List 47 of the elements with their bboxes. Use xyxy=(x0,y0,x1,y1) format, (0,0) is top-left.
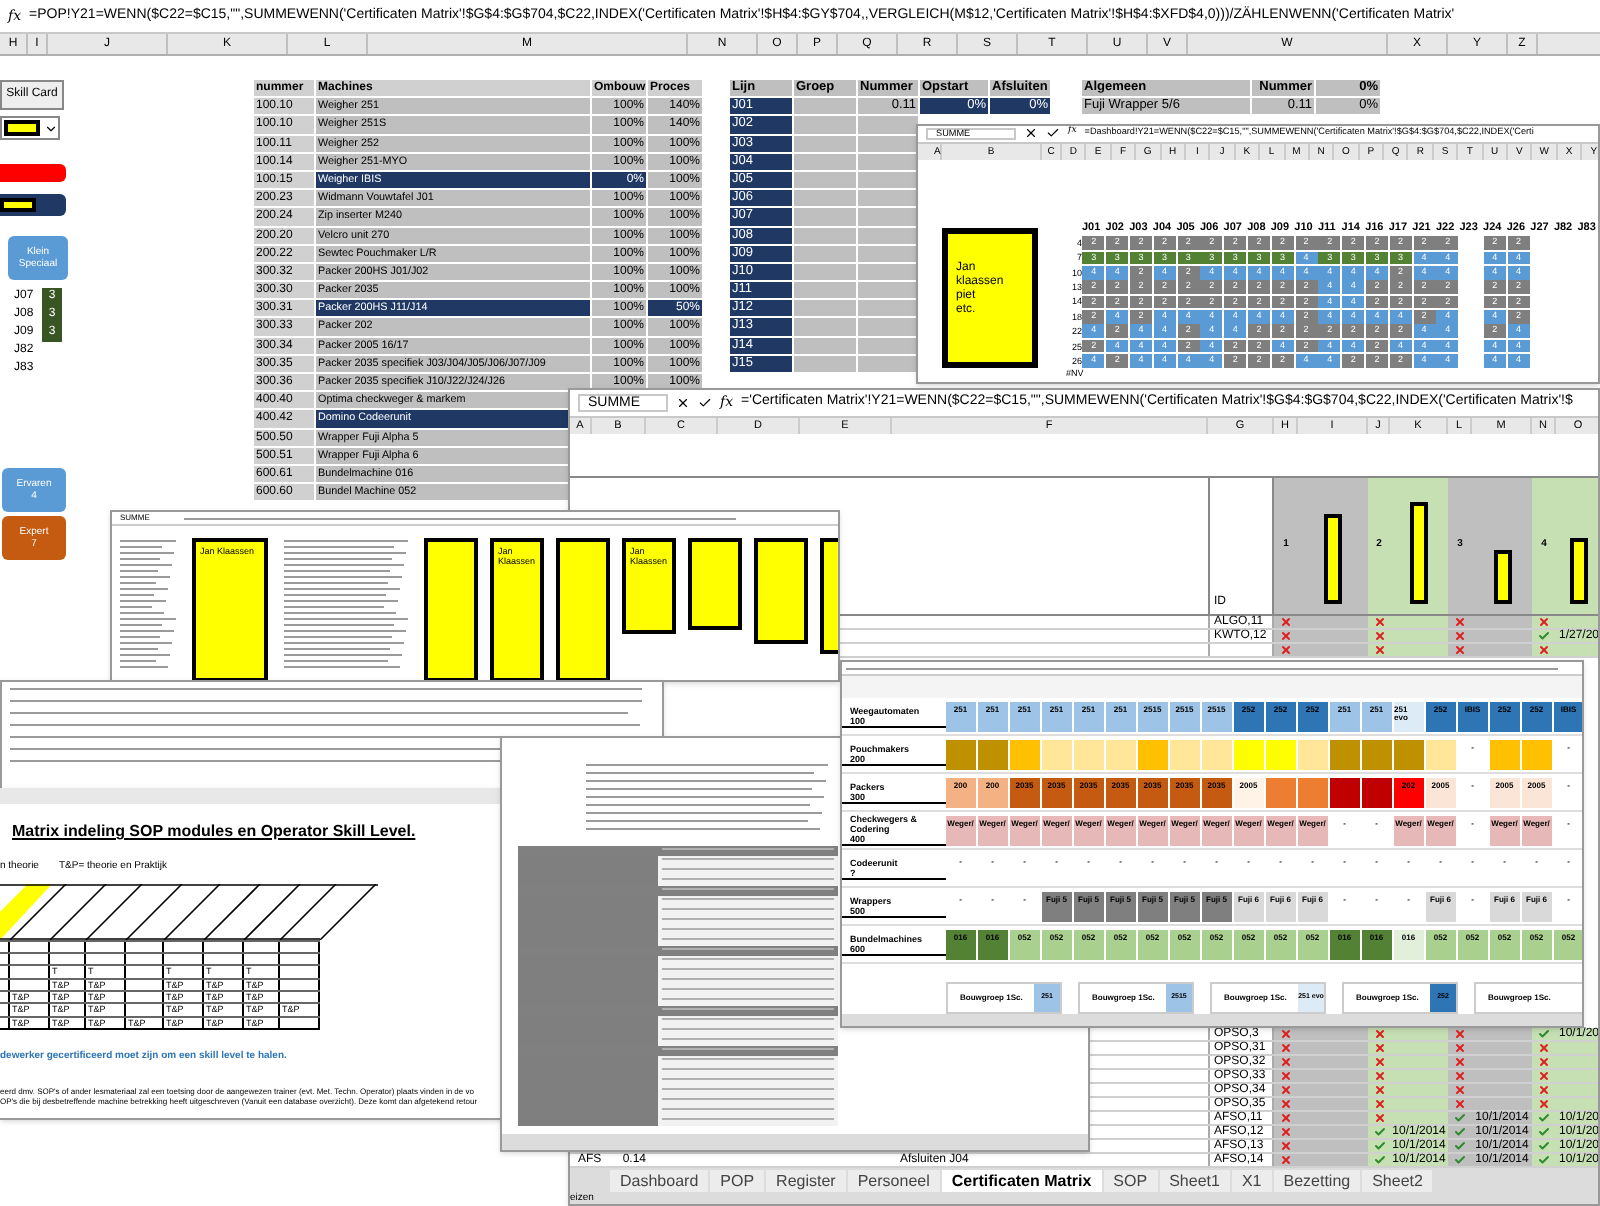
table-cell xyxy=(858,245,918,262)
sheet-tab[interactable]: POP xyxy=(710,1170,765,1192)
table-cell xyxy=(858,337,918,354)
table-cell xyxy=(858,208,918,225)
table-cell xyxy=(858,318,918,336)
table-cell xyxy=(794,282,856,299)
sheet-title: Matrix indeling SOP modules en Operator Skill Level. xyxy=(12,820,418,844)
sheet-tab[interactable]: Bezetting xyxy=(1273,1170,1361,1192)
table-cell xyxy=(794,263,856,281)
dropdown[interactable] xyxy=(0,116,60,140)
sheet-tab[interactable]: Personeel xyxy=(847,1170,940,1192)
table-cell xyxy=(794,98,856,115)
table-cell xyxy=(858,171,918,189)
table-cell xyxy=(794,190,856,207)
table-cell xyxy=(794,208,856,225)
table-cell xyxy=(794,171,856,189)
sheet-tab[interactable]: Dashboard xyxy=(610,1170,709,1192)
sheet-tab[interactable]: Sheet1 xyxy=(1159,1170,1230,1192)
enter-icon[interactable] xyxy=(698,396,712,410)
sheet-tab[interactable]: Certificaten Matrix xyxy=(941,1170,1102,1192)
list-text-drawing xyxy=(280,538,412,670)
table-cell xyxy=(794,135,856,152)
sheet-tab[interactable]: X1 xyxy=(1231,1170,1272,1192)
sheet-tab[interactable]: Sheet2 xyxy=(1362,1170,1433,1192)
cancel-icon[interactable] xyxy=(676,396,690,410)
list-text-drawing xyxy=(116,538,180,670)
table-cell xyxy=(858,190,918,207)
table-cell xyxy=(794,116,856,134)
enter-icon[interactable] xyxy=(1046,126,1060,141)
cancel-icon[interactable] xyxy=(1024,126,1038,141)
status-bar xyxy=(0,164,66,182)
table-cell xyxy=(794,355,856,372)
table-cell xyxy=(858,300,918,317)
table-cell xyxy=(794,153,856,170)
table-cell xyxy=(794,318,856,336)
table-cell xyxy=(794,227,856,244)
sheet-tab[interactable]: SOP xyxy=(1103,1170,1158,1192)
table-cell xyxy=(858,355,918,372)
status-bar xyxy=(0,194,66,216)
table-cell xyxy=(858,263,918,281)
sheet-tab[interactable]: Register xyxy=(766,1170,846,1192)
table-cell xyxy=(794,300,856,317)
table-cell xyxy=(858,282,918,299)
table-cell xyxy=(794,245,856,262)
table-cell xyxy=(794,337,856,354)
table-cell xyxy=(858,227,918,244)
table-cell xyxy=(858,153,918,170)
